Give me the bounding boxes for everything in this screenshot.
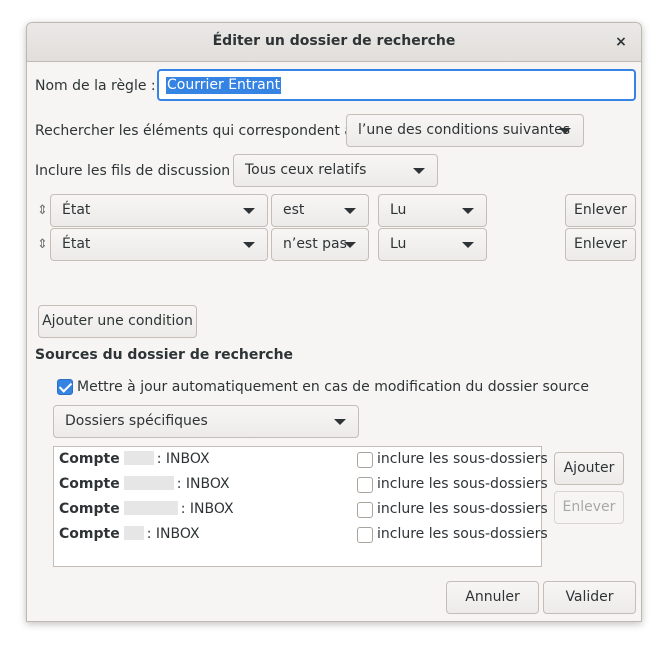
remove-condition-button[interactable]: Enlever [565, 194, 636, 227]
condition-field-value: État [62, 236, 91, 252]
match-label: Rechercher les éléments qui corresponden… [35, 123, 363, 139]
include-subfolders-checkbox[interactable] [357, 452, 373, 468]
condition-value-value: Lu [390, 236, 407, 252]
chevron-down-icon [462, 242, 474, 248]
remove-source-button[interactable]: Enlever [554, 491, 624, 524]
include-subfolders-checkbox[interactable] [357, 502, 373, 518]
chevron-down-icon [344, 242, 356, 248]
sources-section-title: Sources du dossier de recherche [35, 347, 294, 363]
ok-button[interactable]: Valider [543, 581, 636, 614]
dialog-title: Éditer un dossier de recherche [212, 33, 456, 49]
list-item[interactable]: Compte: INBOX inclure les sous-dossiers [54, 447, 548, 472]
rule-name-input[interactable]: Courrier Entrant [157, 69, 636, 101]
condition-op-combo[interactable]: n’est pas [271, 228, 369, 261]
chevron-down-icon [413, 168, 425, 174]
rule-name-value: Courrier Entrant [166, 77, 282, 94]
include-subfolders-label: inclure les sous-dossiers [377, 526, 548, 542]
include-subfolders-label: inclure les sous-dossiers [377, 451, 548, 467]
chevron-down-icon [344, 208, 356, 214]
rule-name-label: Nom de la règle : [35, 78, 156, 94]
titlebar[interactable]: Éditer un dossier de recherche × [27, 23, 641, 62]
match-combo[interactable]: l’une des conditions suivantes [346, 114, 584, 147]
condition-field-value: État [62, 202, 91, 218]
add-source-button[interactable]: Ajouter [554, 452, 624, 485]
autoupdate-checkbox[interactable] [57, 379, 73, 395]
remove-condition-button[interactable]: Enlever [565, 228, 636, 261]
condition-value-combo[interactable]: Lu [378, 228, 487, 261]
source-folders-list[interactable]: Compte: INBOX inclure les sous-dossiers … [53, 446, 548, 567]
folder-path: Compte: INBOX [59, 476, 230, 492]
cancel-button[interactable]: Annuler [446, 581, 539, 614]
include-subfolders-label: inclure les sous-dossiers [377, 476, 548, 492]
condition-value-value: Lu [390, 202, 407, 218]
add-condition-button[interactable]: Ajouter une condition [38, 305, 197, 338]
drag-handle-icon[interactable]: ⇕ [37, 203, 48, 218]
chevron-down-icon [462, 208, 474, 214]
list-item[interactable]: Compte: INBOX inclure les sous-dossiers [54, 497, 548, 522]
chevron-down-icon [243, 242, 255, 248]
threads-label: Inclure les fils de discussion : [35, 163, 240, 179]
condition-field-combo[interactable]: État [50, 194, 268, 227]
search-folder-dialog: Éditer un dossier de recherche × Nom de … [26, 22, 642, 622]
folder-path: Compte: INBOX [59, 451, 210, 467]
chevron-down-icon [243, 208, 255, 214]
list-item[interactable]: Compte: INBOX inclure les sous-dossiers [54, 522, 548, 547]
condition-value-combo[interactable]: Lu [378, 194, 487, 227]
close-icon[interactable]: × [611, 32, 631, 52]
autoupdate-label: Mettre à jour automatiquement en cas de … [77, 379, 589, 395]
include-subfolders-checkbox[interactable] [357, 527, 373, 543]
list-item[interactable]: Compte: INBOX inclure les sous-dossiers [54, 472, 548, 497]
condition-op-value: est [283, 202, 305, 218]
drag-handle-icon[interactable]: ⇕ [37, 237, 48, 252]
condition-op-value: n’est pas [283, 236, 347, 252]
chevron-down-icon [559, 128, 571, 134]
folder-path: Compte: INBOX [59, 526, 200, 542]
include-subfolders-label: inclure les sous-dossiers [377, 501, 548, 517]
threads-combo[interactable]: Tous ceux relatifs [233, 154, 438, 187]
condition-op-combo[interactable]: est [271, 194, 369, 227]
include-subfolders-checkbox[interactable] [357, 477, 373, 493]
chevron-down-icon [334, 419, 346, 425]
folder-path: Compte: INBOX [59, 501, 234, 517]
threads-combo-value: Tous ceux relatifs [245, 162, 367, 178]
scope-combo-value: Dossiers spécifiques [65, 413, 208, 429]
condition-field-combo[interactable]: État [50, 228, 268, 261]
scope-combo[interactable]: Dossiers spécifiques [53, 405, 359, 438]
match-combo-value: l’une des conditions suivantes [358, 122, 571, 138]
